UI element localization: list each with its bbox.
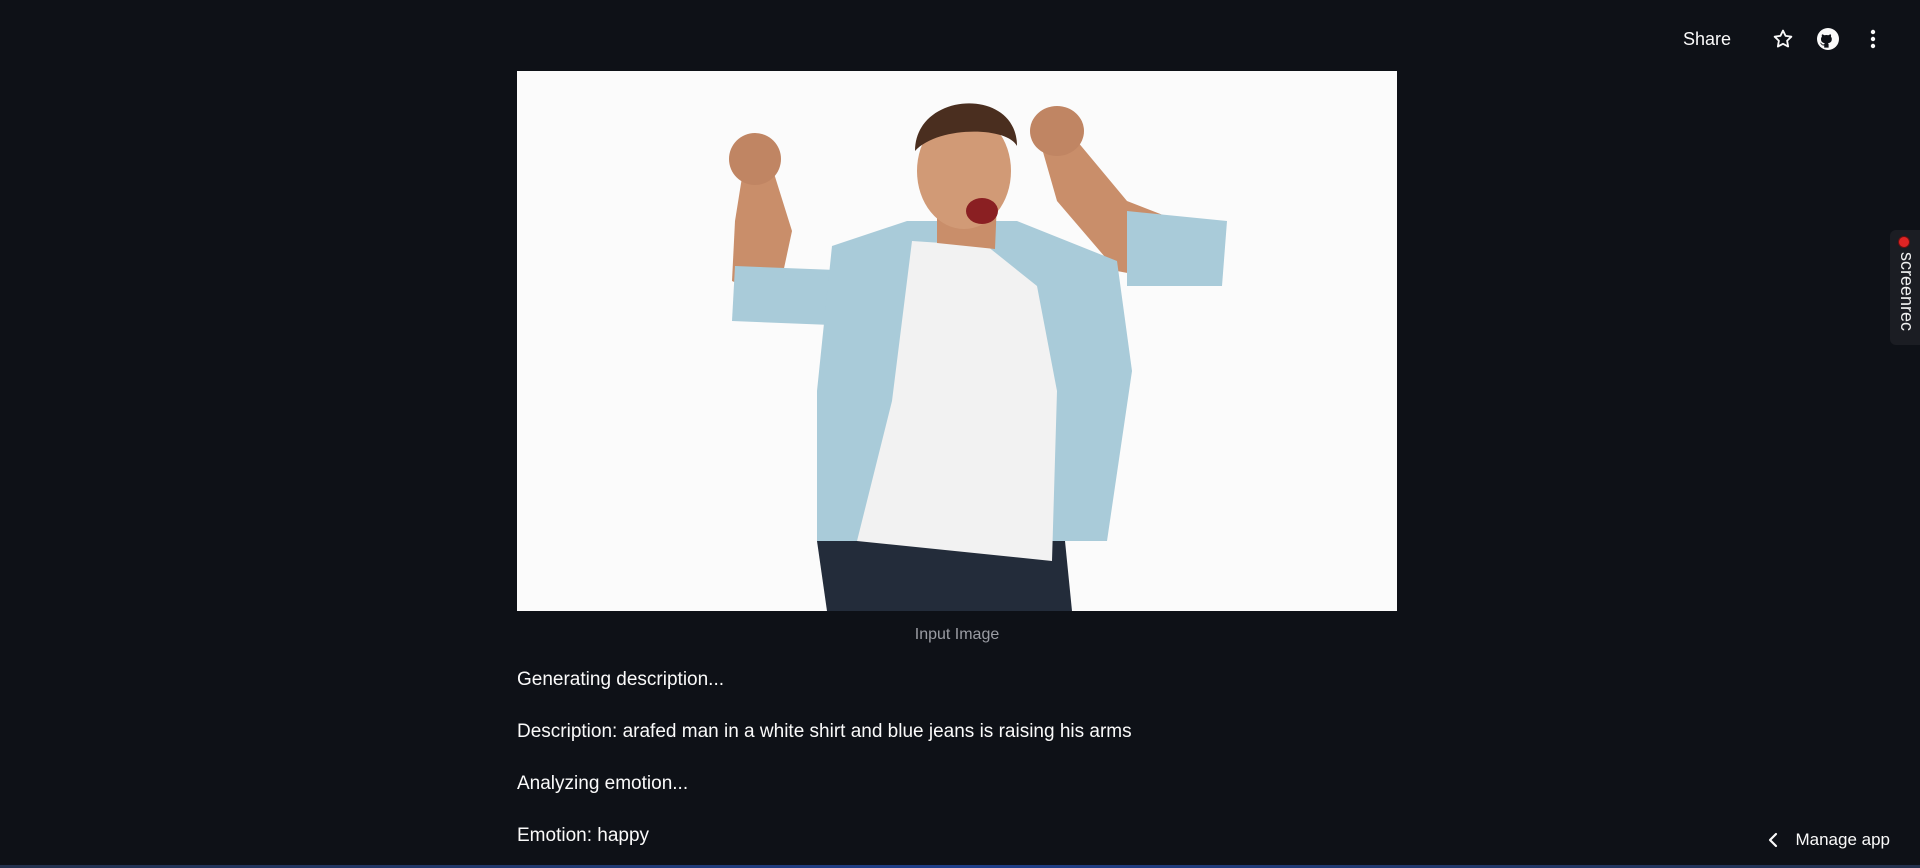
status-analyzing-emotion: Analyzing emotion... [517,773,689,794]
status-generating-description: Generating description... [517,669,725,690]
image-caption: Input Image [914,626,1000,643]
chevron-left-icon [1767,832,1779,848]
screenrec-label: screenrec [1897,252,1917,332]
description-result: Description: arafed man in a white shirt… [517,721,1132,742]
more-vertical-icon[interactable] [1860,26,1886,52]
star-icon[interactable] [1770,26,1796,52]
recording-dot-icon [1898,236,1910,248]
header-actions: Share [1683,26,1886,52]
manage-app-button[interactable]: Manage app [1767,830,1890,850]
main-content: Input Image Generating description... De… [517,71,1397,848]
emotion-result: Emotion: happy [517,825,650,846]
person-illustration [517,71,1397,611]
screenrec-widget[interactable]: screenrec [1890,230,1920,345]
manage-app-label: Manage app [1795,830,1890,849]
input-image [517,71,1397,611]
github-icon[interactable] [1815,26,1841,52]
share-button[interactable]: Share [1683,29,1731,50]
